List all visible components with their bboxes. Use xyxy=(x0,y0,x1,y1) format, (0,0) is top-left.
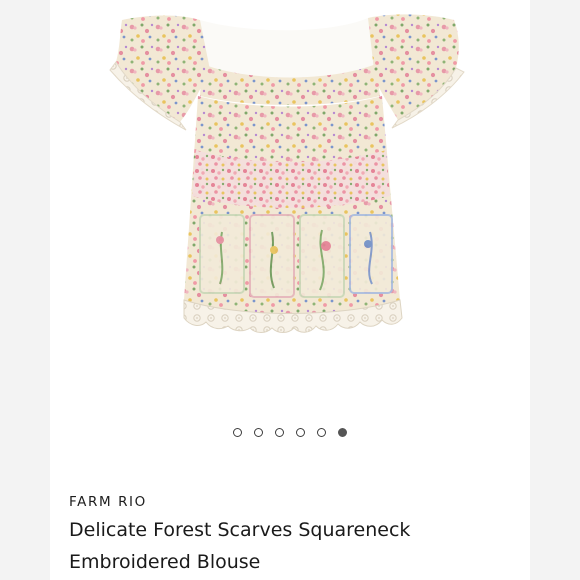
carousel-dot-3[interactable] xyxy=(275,428,284,437)
product-card: FARM RIO Delicate Forest Scarves Squaren… xyxy=(50,0,530,580)
screenshot-frame: FARM RIO Delicate Forest Scarves Squaren… xyxy=(0,0,580,580)
product-title: Delicate Forest Scarves Squareneck Embro… xyxy=(69,514,519,578)
carousel-dot-1[interactable] xyxy=(233,428,242,437)
carousel-dot-2[interactable] xyxy=(254,428,263,437)
left-margin xyxy=(0,0,50,580)
carousel-dot-6-active[interactable] xyxy=(338,428,347,437)
carousel-dot-4[interactable] xyxy=(296,428,305,437)
right-margin xyxy=(530,0,580,580)
carousel-dot-5[interactable] xyxy=(317,428,326,437)
product-title-line-2: Embroidered Blouse xyxy=(69,551,261,573)
image-carousel-indicator xyxy=(50,428,530,437)
product-title-line-1: Delicate Forest Scarves Squareneck xyxy=(69,519,411,541)
product-image-blouse[interactable] xyxy=(50,0,530,400)
product-brand[interactable]: FARM RIO xyxy=(69,494,147,510)
